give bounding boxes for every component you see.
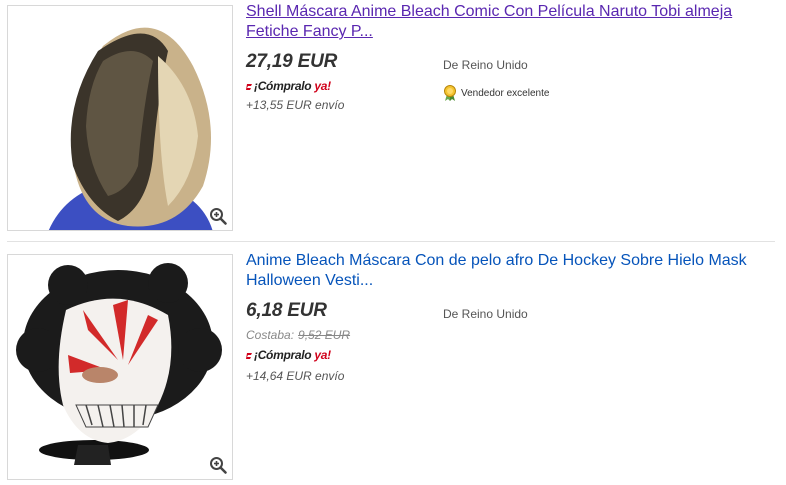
listing-title-link[interactable]: Shell Máscara Anime Bleach Comic Con Pel… [246,2,766,42]
buy-now-prefix: ¡Cómpralo [254,79,312,93]
item-location: De Reino Unido [443,58,528,72]
listing-title-link[interactable]: Anime Bleach Máscara Con de pelo afro De… [246,251,766,291]
buy-it-now-label: ¡Cómpralo ya! [246,348,331,362]
seller-badge-label: Vendedor excelente [461,87,550,99]
seller-medal-icon [444,85,456,101]
was-price: 9,52 EUR [298,328,351,342]
shipping-cost: +13,55 EUR envío [246,98,345,112]
was-label: Costaba: [246,328,295,342]
afro-mask-photo [8,255,232,479]
item-price: 27,19 EUR [246,51,338,72]
magnifier-plus-icon[interactable] [209,207,227,225]
buy-now-emphasis: ya! [314,79,331,93]
product-image-afro-mask[interactable] [7,254,233,480]
buy-it-now-label: ¡Cómpralo ya! [246,79,331,93]
buy-now-bolt-icon [246,353,252,359]
item-price: 6,18 EUR [246,300,327,321]
buy-now-emphasis: ya! [314,348,331,362]
listing-divider [7,241,775,242]
item-location: De Reino Unido [443,307,528,321]
buy-now-prefix: ¡Cómpralo [254,348,312,362]
shipping-cost: +14,64 EUR envío [246,369,345,383]
buy-now-bolt-icon [246,84,252,90]
shell-mask-photo [8,6,232,230]
top-rated-seller-badge: Vendedor excelente [443,85,549,101]
product-image-shell-mask[interactable] [7,5,233,231]
magnifier-plus-icon[interactable] [209,456,227,474]
original-price: Costaba: 9,52 EUR [246,328,350,342]
